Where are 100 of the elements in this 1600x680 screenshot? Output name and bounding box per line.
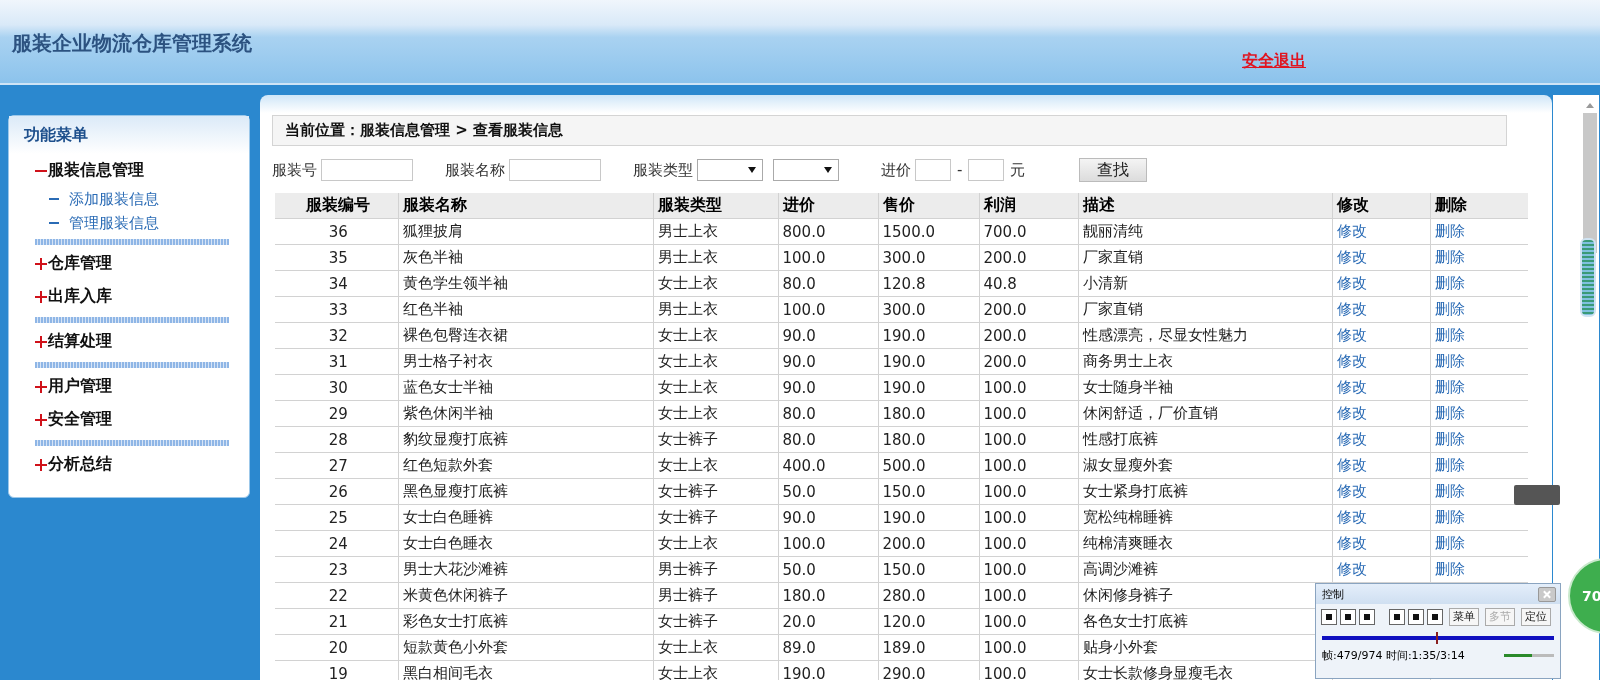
table-cell: 190.0 bbox=[882, 352, 926, 371]
input-field[interactable] bbox=[915, 159, 951, 181]
table-cell: 女士随身半袖 bbox=[1082, 378, 1173, 396]
delete-link[interactable]: 删除 bbox=[1434, 326, 1465, 344]
column-header: 描述 bbox=[1082, 195, 1115, 214]
delete-link[interactable]: 删除 bbox=[1434, 300, 1465, 318]
plus-icon[interactable] bbox=[35, 335, 47, 348]
table-cell: 豹纹显瘦打底裤 bbox=[402, 430, 508, 448]
table-cell: 50.0 bbox=[782, 482, 816, 501]
edit-link[interactable]: 修改 bbox=[1336, 326, 1367, 344]
table-cell: 190.0 bbox=[782, 664, 826, 680]
plus-icon[interactable] bbox=[35, 413, 47, 426]
table-cell: 厂家直销 bbox=[1082, 248, 1143, 266]
edit-link[interactable]: 修改 bbox=[1336, 534, 1367, 552]
menu-item[interactable]: 出库入库 bbox=[48, 286, 112, 307]
table-cell: 1500.0 bbox=[882, 222, 935, 241]
plus-icon[interactable] bbox=[35, 257, 47, 270]
edit-link[interactable]: 修改 bbox=[1336, 482, 1367, 500]
table-cell: 商务男士上衣 bbox=[1082, 352, 1173, 370]
delete-link[interactable]: 删除 bbox=[1434, 456, 1465, 474]
table-cell: 狐狸披肩 bbox=[402, 222, 463, 240]
table-cell: 21 bbox=[328, 612, 348, 631]
table-cell: 蓝色女士半袖 bbox=[402, 378, 493, 396]
table-cell: 200.0 bbox=[983, 248, 1027, 267]
delete-link[interactable]: 删除 bbox=[1434, 560, 1465, 578]
table-cell: 300.0 bbox=[882, 300, 926, 319]
menu-item[interactable]: 分析总结 bbox=[48, 454, 112, 475]
delete-link[interactable]: 删除 bbox=[1434, 482, 1465, 500]
plus-icon[interactable] bbox=[35, 458, 47, 471]
table-cell: 裸色包臀连衣裙 bbox=[402, 326, 508, 344]
table-cell: 100.0 bbox=[983, 482, 1027, 501]
delete-link[interactable]: 删除 bbox=[1434, 534, 1465, 552]
delete-link[interactable]: 删除 bbox=[1434, 352, 1465, 370]
table-cell: 男士裤子 bbox=[657, 560, 718, 578]
table-cell: 女士裤子 bbox=[657, 430, 718, 448]
table-cell: 彩色女士打底裤 bbox=[402, 612, 508, 630]
input-field[interactable] bbox=[321, 159, 413, 181]
menu-item[interactable]: 安全管理 bbox=[48, 409, 112, 430]
submenu-item[interactable]: 管理服装信息 bbox=[69, 213, 159, 233]
delete-link[interactable]: 删除 bbox=[1434, 274, 1465, 292]
field-label: - bbox=[957, 161, 963, 179]
edit-link[interactable]: 修改 bbox=[1336, 404, 1367, 422]
table-cell: 女士白色睡裤 bbox=[402, 508, 493, 526]
table-cell: 190.0 bbox=[882, 378, 926, 397]
table-cell: 100.0 bbox=[782, 248, 826, 267]
table-cell: 150.0 bbox=[882, 482, 926, 501]
edit-link[interactable]: 修改 bbox=[1336, 378, 1367, 396]
close-icon[interactable] bbox=[1538, 586, 1556, 602]
table-cell: 女士上衣 bbox=[657, 326, 718, 344]
edit-link[interactable]: 修改 bbox=[1336, 352, 1367, 370]
plus-icon[interactable] bbox=[35, 290, 47, 303]
volume-slider[interactable] bbox=[1504, 654, 1554, 657]
search-button[interactable]: 查找 bbox=[1079, 158, 1148, 182]
table-cell: 贴身小外套 bbox=[1082, 638, 1158, 656]
table-cell: 20.0 bbox=[782, 612, 816, 631]
edit-link[interactable]: 修改 bbox=[1336, 430, 1367, 448]
table-cell: 女士上衣 bbox=[657, 352, 718, 370]
input-field[interactable] bbox=[509, 159, 601, 181]
player-button[interactable]: 菜单 bbox=[1449, 608, 1479, 626]
table-cell: 200.0 bbox=[983, 352, 1027, 371]
table-cell: 35 bbox=[328, 248, 348, 267]
edit-link[interactable]: 修改 bbox=[1336, 508, 1367, 526]
delete-link[interactable]: 删除 bbox=[1434, 430, 1465, 448]
table-cell: 180.0 bbox=[782, 586, 826, 605]
table-cell: 190.0 bbox=[882, 326, 926, 345]
table-cell: 80.0 bbox=[782, 430, 816, 449]
scroll-up-icon[interactable] bbox=[1586, 103, 1594, 108]
table-cell: 女士上衣 bbox=[657, 404, 718, 422]
edit-link[interactable]: 修改 bbox=[1336, 300, 1367, 318]
player-button[interactable]: 定位 bbox=[1521, 608, 1551, 626]
delete-link[interactable]: 删除 bbox=[1434, 248, 1465, 266]
column-header: 服装类型 bbox=[657, 195, 722, 214]
delete-link[interactable]: 删除 bbox=[1434, 404, 1465, 422]
table-cell: 200.0 bbox=[882, 534, 926, 553]
scrollbar-thumb[interactable] bbox=[1583, 113, 1597, 253]
edit-link[interactable]: 修改 bbox=[1336, 222, 1367, 240]
edit-link[interactable]: 修改 bbox=[1336, 456, 1367, 474]
delete-link[interactable]: 删除 bbox=[1434, 222, 1465, 240]
input-field[interactable] bbox=[968, 159, 1005, 181]
table-cell: 22 bbox=[328, 586, 348, 605]
menu-item[interactable]: 用户管理 bbox=[48, 376, 112, 397]
column-header: 服装编号 bbox=[306, 195, 371, 214]
table-cell: 小清新 bbox=[1082, 274, 1128, 292]
menu-item[interactable]: 仓库管理 bbox=[48, 253, 112, 274]
delete-link[interactable]: 删除 bbox=[1434, 508, 1465, 526]
submenu-item[interactable]: 添加服装信息 bbox=[69, 189, 159, 209]
menu-item[interactable]: 结算处理 bbox=[48, 331, 112, 352]
menu-item[interactable]: 服装信息管理 bbox=[48, 160, 144, 181]
table-cell: 纯棉清爽睡衣 bbox=[1082, 534, 1173, 552]
table-cell: 男士裤子 bbox=[657, 586, 718, 604]
table-cell: 200.0 bbox=[983, 300, 1027, 319]
table-cell: 31 bbox=[328, 352, 348, 371]
table-cell: 男士上衣 bbox=[657, 222, 718, 240]
column-header: 进价 bbox=[782, 195, 815, 214]
edit-link[interactable]: 修改 bbox=[1336, 248, 1367, 266]
level-widget-icon[interactable] bbox=[1580, 238, 1596, 317]
delete-link[interactable]: 删除 bbox=[1434, 378, 1465, 396]
edit-link[interactable]: 修改 bbox=[1336, 274, 1367, 292]
edit-link[interactable]: 修改 bbox=[1336, 560, 1367, 578]
plus-icon[interactable] bbox=[35, 380, 47, 393]
